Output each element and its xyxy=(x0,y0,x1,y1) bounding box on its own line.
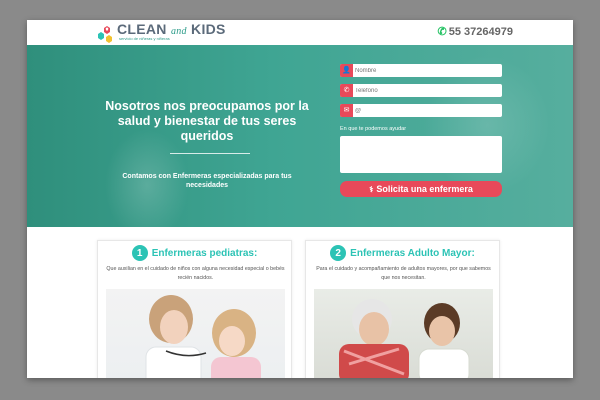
header-phone[interactable]: ✆ 55 37264979 xyxy=(438,25,513,38)
email-icon: ✉ xyxy=(340,104,353,117)
logo-mark-icon xyxy=(98,26,112,43)
phone-icon: ✆ xyxy=(340,84,353,97)
landing-page: CLEAN and KIDS servicio de niñeras y niñ… xyxy=(27,20,573,378)
card-header: 2 Enfermeras Adulto Mayor: xyxy=(306,245,499,261)
card-number-badge: 2 xyxy=(330,245,347,261)
elderly-care-photo xyxy=(314,289,493,378)
name-field: 👤 xyxy=(340,64,502,77)
top-bar: CLEAN and KIDS servicio de niñeras y niñ… xyxy=(27,20,573,45)
hero-title: Nosotros nos preocupamos por la salud y … xyxy=(105,99,309,143)
pediatric-nurse-photo xyxy=(106,289,285,378)
phone-input[interactable] xyxy=(355,84,500,97)
service-card-pediatric: 1 Enfermeras pediatras: Que auxilian en … xyxy=(97,240,292,378)
email-input[interactable] xyxy=(355,104,500,117)
brand-tagline: servicio de niñeras y niñeras xyxy=(119,36,170,41)
brand-logo[interactable]: CLEAN and KIDS servicio de niñeras y niñ… xyxy=(97,21,237,44)
phone-number: 55 37264979 xyxy=(448,26,513,38)
service-card-elderly: 2 Enfermeras Adulto Mayor: Para el cuida… xyxy=(305,240,500,378)
card-title: Enfermeras pediatras: xyxy=(151,247,258,259)
card-title: Enfermeras Adulto Mayor: xyxy=(350,247,475,259)
hero-subtitle: Contamos con Enfermeras especializadas p… xyxy=(122,173,292,189)
help-textarea[interactable] xyxy=(340,136,502,173)
name-input[interactable] xyxy=(355,64,500,77)
phone-field: ✆ xyxy=(340,84,502,97)
email-field: ✉ xyxy=(340,104,502,117)
card-number-badge: 1 xyxy=(131,245,148,261)
nurse-icon: ⚕ xyxy=(369,184,374,194)
request-nurse-button[interactable]: ⚕ Solicita una enfermera xyxy=(340,181,502,197)
card-header: 1 Enfermeras pediatras: xyxy=(98,245,291,261)
contact-form: 👤 ✆ ✉ xyxy=(340,64,502,124)
screenshot-frame: CLEAN and KIDS servicio de niñeras y niñ… xyxy=(0,0,600,400)
brand-name: CLEAN and KIDS xyxy=(117,21,226,37)
whatsapp-icon: ✆ xyxy=(437,26,447,38)
card-description: Que auxilian en el cuidado de niños con … xyxy=(106,266,285,281)
request-nurse-label: Solicita una enfermera xyxy=(376,184,473,194)
hero-divider xyxy=(170,153,250,154)
user-icon: 👤 xyxy=(340,64,353,77)
card-description: Para el cuidado y acompañamiento de adul… xyxy=(316,266,491,281)
help-label: En que te podemos ayudar xyxy=(340,126,407,132)
